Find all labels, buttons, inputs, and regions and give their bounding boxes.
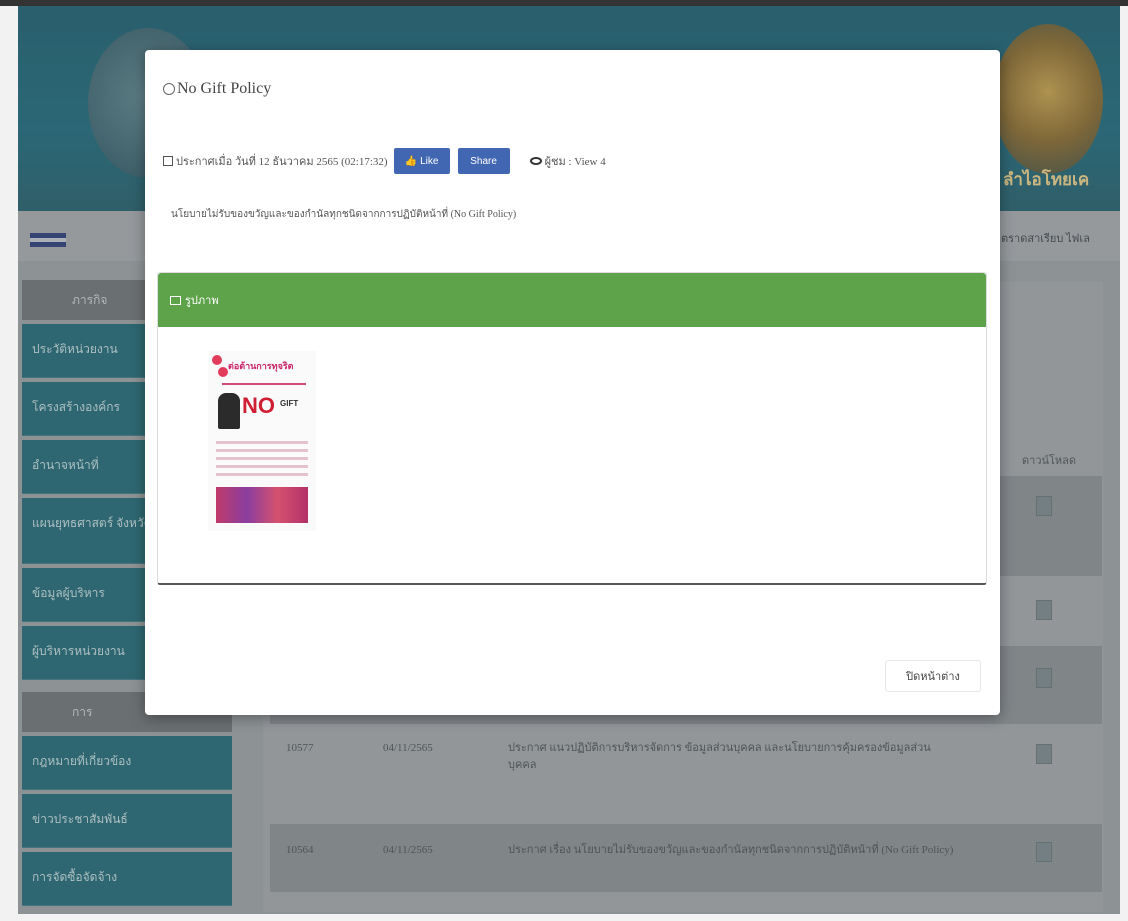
image-icon (170, 295, 181, 305)
comment-icon (163, 83, 175, 95)
eye-icon (529, 157, 542, 165)
description: นโยบายไม่รับของขวัญและของกำนัลทุกชนิดจาก… (171, 209, 517, 220)
meta-row: ประกาศเมื่อ วันที่ 12 ธันวาคม 2565 (02:1… (163, 148, 606, 174)
heart-icon (212, 355, 222, 365)
modal-header: No Gift Policy (163, 80, 271, 98)
attachments-panel: รูปภาพ ต่อต้านการทุจริต NO GIFT (157, 272, 987, 585)
poster-text-line (216, 473, 308, 476)
calendar-icon (163, 156, 173, 166)
poster-text-line (216, 441, 308, 444)
modal-title: No Gift Policy (177, 80, 272, 97)
announcement-modal: No Gift Policy ประกาศเมื่อ วันที่ 12 ธัน… (145, 50, 1000, 715)
close-button[interactable]: ปิดหน้าต่าง (885, 660, 981, 692)
facebook-like-button[interactable]: 👍 Like (393, 148, 450, 174)
person-icon (218, 393, 240, 429)
poster-footer-graphic (216, 487, 308, 523)
poster-header: ต่อต้านการทุจริต (210, 353, 310, 381)
like-label: Like (420, 155, 439, 167)
poster-text-line (216, 457, 308, 460)
poster-no-text: NO (242, 393, 275, 418)
attachments-heading-label: รูปภาพ (185, 295, 219, 307)
attachments-heading: รูปภาพ (158, 273, 986, 327)
heart-icon (218, 367, 228, 377)
view-count: ผู้ชม : View 4 (529, 152, 606, 170)
views-label: ผู้ชม : View 4 (544, 156, 606, 168)
poster-text-line (216, 465, 308, 468)
poster-divider (222, 383, 306, 385)
poster-headline: ต่อต้านการทุจริต (228, 361, 294, 371)
facebook-share-button[interactable]: Share (457, 148, 510, 174)
poster-text-line (216, 449, 308, 452)
posted-date: ประกาศเมื่อ วันที่ 12 ธันวาคม 2565 (02:1… (176, 156, 388, 168)
poster-gift-text: GIFT (280, 399, 299, 408)
thumbs-up-icon: 👍 (404, 155, 418, 167)
poster-thumbnail[interactable]: ต่อต้านการทุจริต NO GIFT (208, 351, 316, 531)
